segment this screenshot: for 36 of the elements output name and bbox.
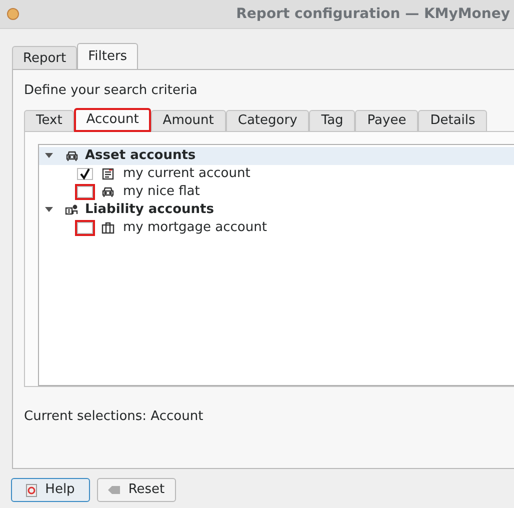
app-icon bbox=[7, 8, 19, 20]
group-label: Asset accounts bbox=[85, 146, 196, 165]
car-icon bbox=[65, 148, 79, 162]
tab[interactable]: Filters bbox=[77, 43, 138, 69]
checkmark-icon bbox=[79, 168, 91, 180]
clear-icon bbox=[108, 486, 120, 494]
filter-tab[interactable]: Tag bbox=[309, 110, 356, 132]
tree-row[interactable]: my nice flat bbox=[39, 182, 514, 200]
heading: Define your search criteria bbox=[24, 82, 198, 100]
checkbox[interactable] bbox=[77, 168, 93, 180]
help-book-icon bbox=[26, 484, 38, 496]
current-selections: Current selections: Account bbox=[24, 408, 204, 426]
filter-tab[interactable]: Account bbox=[74, 108, 151, 132]
filter-tab[interactable]: Category bbox=[226, 110, 310, 132]
account-label: my current account bbox=[123, 164, 250, 183]
reset-button[interactable]: Reset bbox=[97, 478, 176, 502]
expand-arrow-icon[interactable] bbox=[45, 207, 53, 212]
tree-group-row[interactable]: Asset accounts bbox=[39, 146, 514, 164]
person-ledger-icon bbox=[65, 202, 79, 216]
tree-group-row[interactable]: Liability accounts bbox=[39, 200, 514, 218]
tree-row[interactable]: my mortgage account bbox=[39, 218, 514, 236]
account-label: my mortgage account bbox=[123, 218, 267, 237]
car-icon bbox=[101, 184, 115, 198]
group-label: Liability accounts bbox=[85, 200, 214, 219]
window-title: Report configuration — KMyMoney bbox=[236, 4, 510, 24]
briefcase-icon bbox=[101, 220, 115, 234]
tree-row[interactable]: my current account bbox=[39, 164, 514, 182]
expand-arrow-icon[interactable] bbox=[45, 153, 53, 158]
filter-tab[interactable]: Amount bbox=[150, 110, 226, 132]
ledger-icon bbox=[101, 166, 115, 180]
filter-tab[interactable]: Details bbox=[418, 110, 488, 132]
account-label: my nice flat bbox=[123, 182, 200, 201]
filter-tab[interactable]: Payee bbox=[355, 110, 418, 132]
tab[interactable]: Report bbox=[12, 46, 78, 70]
help-button[interactable]: Help bbox=[11, 478, 90, 502]
filter-tab[interactable]: Text bbox=[24, 110, 74, 132]
